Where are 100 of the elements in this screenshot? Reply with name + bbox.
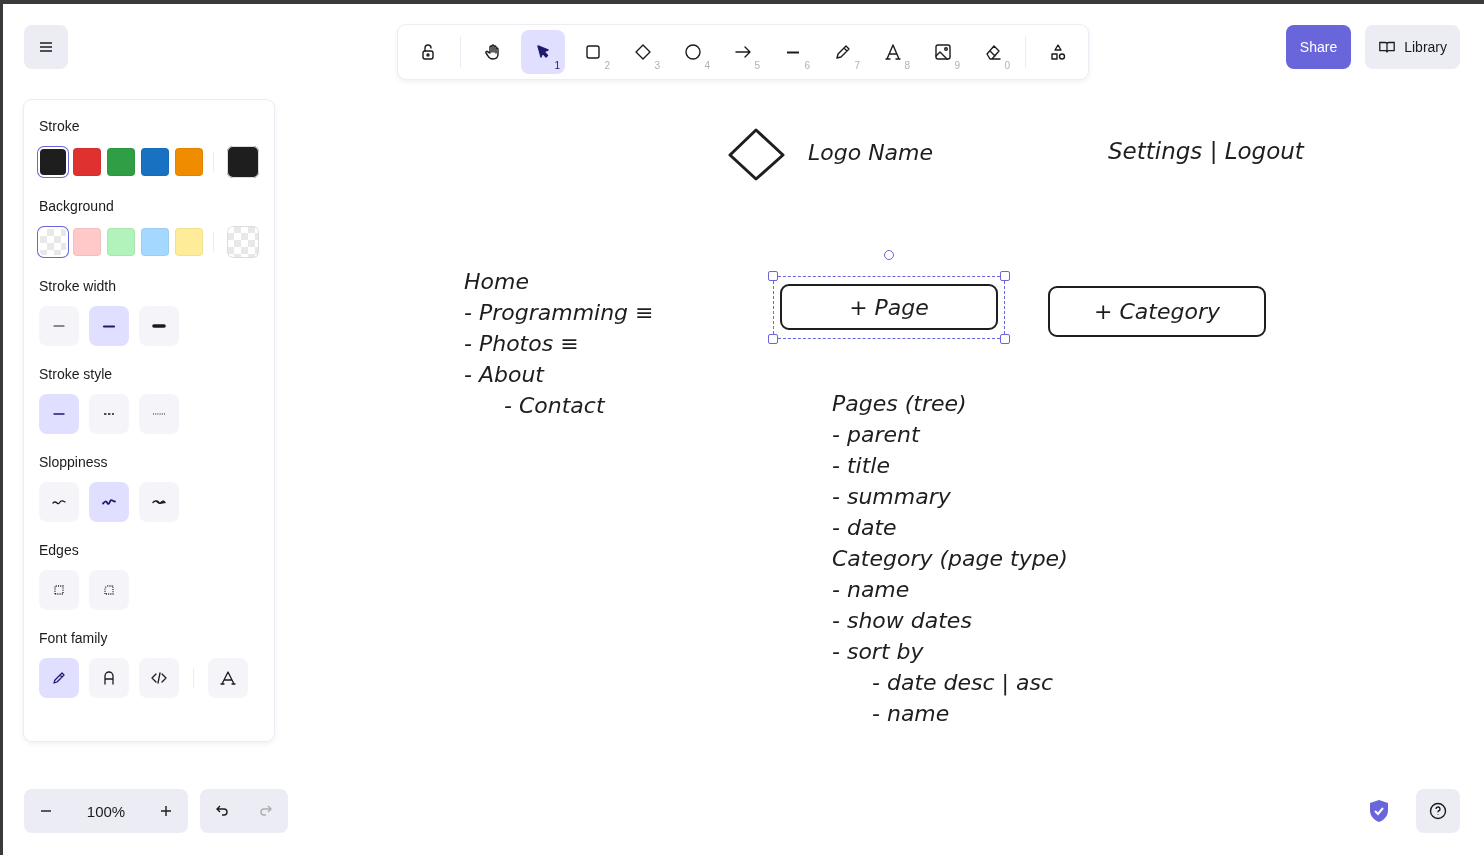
shortcut-key: 9 — [954, 60, 960, 71]
schema-text: - show dates — [832, 607, 973, 635]
dotted-option[interactable] — [139, 394, 179, 434]
rectangle-icon — [583, 42, 603, 62]
tool-button[interactable]: 9 — [921, 30, 965, 74]
rotation-handle[interactable] — [884, 250, 894, 260]
color-swatch[interactable] — [107, 228, 135, 256]
schema-text: - date desc | asc — [871, 669, 1055, 698]
color-swatch[interactable] — [141, 148, 169, 176]
menu-icon — [38, 39, 54, 55]
color-swatch[interactable] — [73, 228, 101, 256]
resize-handle[interactable] — [1000, 271, 1010, 281]
schema-text: - parent — [832, 421, 922, 449]
dashed-icon — [103, 413, 115, 415]
sharp-option[interactable] — [39, 570, 79, 610]
architect-icon — [52, 499, 66, 505]
nav-text: - Photos ≡ — [464, 330, 580, 358]
section-label: Background — [39, 198, 115, 214]
schema-text: - name — [871, 700, 951, 728]
tool-button[interactable]: 3 — [621, 30, 665, 74]
cartoonist-option[interactable] — [139, 482, 179, 522]
section-label: Stroke — [39, 118, 81, 134]
transparent-swatch[interactable] — [40, 229, 66, 255]
schema-text: - name — [832, 576, 911, 604]
redo-icon — [258, 803, 274, 819]
diamond-logo-shape — [727, 128, 787, 182]
architect-option[interactable] — [39, 482, 79, 522]
shortcut-key: 6 — [804, 60, 810, 71]
tool-button[interactable]: 5 — [721, 30, 765, 74]
logo-text: Logo Name — [808, 140, 934, 165]
shortcut-key: 1 — [554, 60, 560, 71]
extra-bold-icon — [153, 324, 165, 328]
bold-icon — [103, 324, 115, 328]
schema-text: Category (page type) — [832, 545, 1068, 573]
share-button[interactable]: Share — [1285, 25, 1352, 69]
cartoonist-icon — [152, 499, 166, 505]
current-color-swatch[interactable] — [227, 146, 259, 178]
line-icon — [786, 50, 800, 54]
plus-icon — [159, 804, 173, 818]
shortcut-key: 0 — [1004, 60, 1010, 71]
shortcut-key: 3 — [654, 60, 660, 71]
shapes-icon — [1048, 42, 1068, 62]
section-label: Sloppiness — [39, 454, 109, 470]
nav-text: - Programming ≡ — [464, 299, 654, 327]
color-swatch[interactable] — [40, 149, 66, 175]
help-button[interactable] — [1416, 789, 1460, 833]
tool-button[interactable]: 2 — [571, 30, 615, 74]
section-label: Font family — [39, 630, 109, 646]
ellipse-icon — [683, 42, 703, 62]
shortcut-key: 4 — [704, 60, 710, 71]
tool-button[interactable]: 8 — [871, 30, 915, 74]
code-font-option[interactable] — [139, 658, 179, 698]
diamond-icon — [633, 42, 653, 62]
shortcut-key: 8 — [904, 60, 910, 71]
schema-text: - sort by — [832, 638, 925, 666]
extra-bold-option[interactable] — [139, 306, 179, 346]
shield-icon[interactable] — [1368, 799, 1390, 823]
color-swatch[interactable] — [107, 148, 135, 176]
undo-icon — [214, 803, 230, 819]
section-label: Stroke style — [39, 366, 114, 382]
artist-option[interactable] — [89, 482, 129, 522]
tool-button[interactable]: 7 — [821, 30, 865, 74]
round-icon — [104, 585, 114, 595]
schema-text: Pages (tree) — [832, 390, 968, 418]
normal-font-option[interactable] — [89, 658, 129, 698]
tool-button[interactable]: 4 — [671, 30, 715, 74]
color-swatch[interactable] — [141, 228, 169, 256]
header-links-text: Settings | Logout — [1108, 138, 1304, 164]
library-button[interactable]: Library — [1365, 25, 1460, 69]
bold-option[interactable] — [89, 306, 129, 346]
section-label: Edges — [39, 542, 80, 558]
resize-handle[interactable] — [768, 334, 778, 344]
nav-text: - Contact — [503, 392, 607, 420]
artist-icon — [102, 499, 116, 505]
tool-button[interactable]: 1 — [521, 30, 565, 74]
tool-button[interactable]: 0 — [971, 30, 1015, 74]
tool-button[interactable]: 6 — [771, 30, 815, 74]
schema-text: - title — [832, 452, 891, 480]
color-swatch[interactable] — [175, 148, 203, 176]
shortcut-key: 7 — [854, 60, 860, 71]
menu-button[interactable] — [24, 25, 68, 69]
shortcut-key: 5 — [754, 60, 760, 71]
shortcut-key: 2 — [604, 60, 610, 71]
round-option[interactable] — [89, 570, 129, 610]
color-swatch[interactable] — [175, 228, 203, 256]
hand-font-option[interactable] — [39, 658, 79, 698]
schema-text: - summary — [832, 483, 952, 511]
current-background-swatch[interactable] — [227, 226, 259, 258]
solid-option[interactable] — [39, 394, 79, 434]
resize-handle[interactable] — [768, 271, 778, 281]
more-font-option[interactable] — [208, 658, 248, 698]
help-icon — [1429, 802, 1447, 820]
nav-text: - About — [464, 361, 546, 389]
resize-handle[interactable] — [1000, 334, 1010, 344]
color-swatch[interactable] — [73, 148, 101, 176]
section-label: Stroke width — [39, 278, 118, 294]
nav-text: Home — [464, 268, 530, 296]
image-icon — [933, 42, 953, 62]
text-icon — [883, 42, 903, 62]
schema-text: - date — [832, 514, 898, 542]
